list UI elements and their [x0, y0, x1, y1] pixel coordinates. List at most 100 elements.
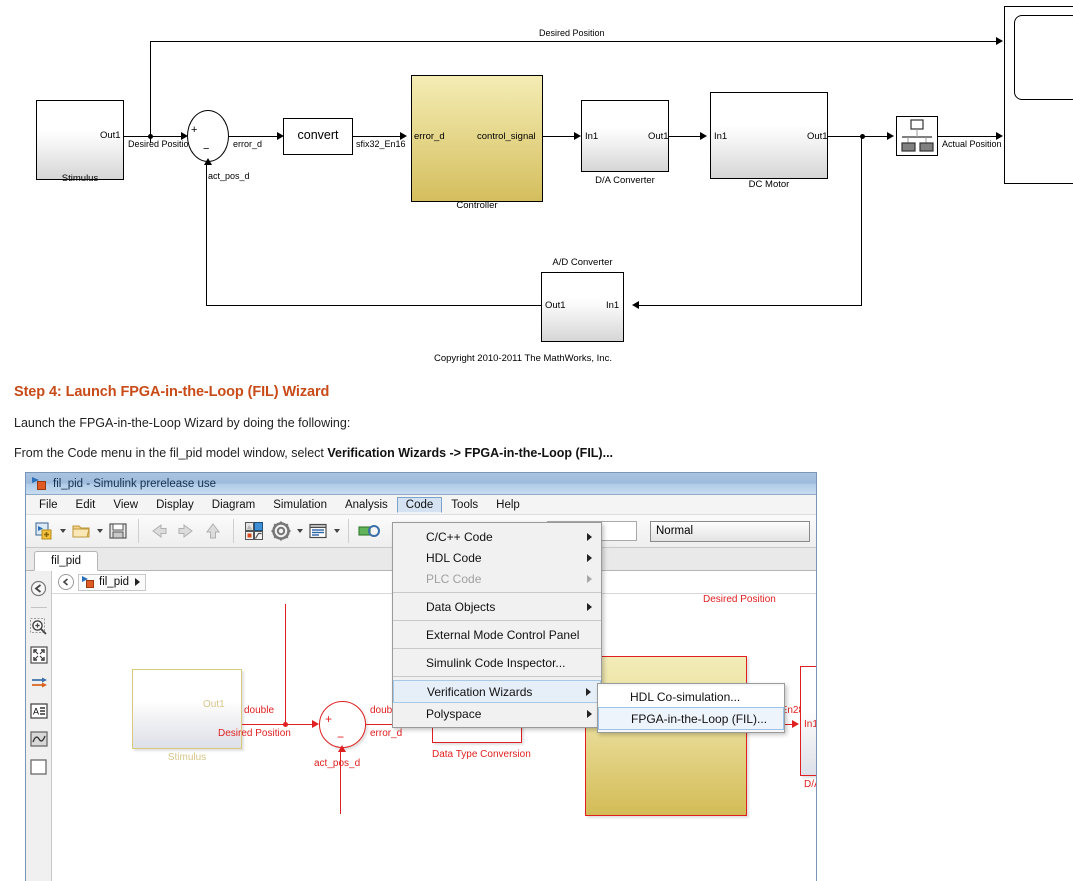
chevron-right-icon — [587, 532, 592, 541]
port-da-in1: In1 — [585, 131, 599, 142]
block-label-convert: convert — [297, 128, 339, 142]
menu-separator-2 — [393, 620, 601, 621]
signal-label-desired-position-top: Desired Position — [539, 28, 605, 38]
menu-item-cpp-code[interactable]: C/C++ Code — [393, 526, 601, 547]
inner-port-stimulus-out1: Out1 — [203, 699, 225, 710]
menu-item-label: Polyspace — [426, 706, 482, 721]
menu-bar[interactable]: File Edit View Display Diagram Simulatio… — [26, 495, 816, 515]
menu-view[interactable]: View — [104, 497, 147, 513]
menu-tools[interactable]: Tools — [442, 497, 487, 513]
signal-label-desired-position: Desired Position — [128, 139, 194, 149]
signal-label-act-pos-d: act_pos_d — [208, 171, 250, 181]
zoom-in-icon[interactable] — [29, 618, 48, 636]
block-label-dc-motor: DC Motor — [748, 179, 790, 190]
toolbar-separator-2 — [233, 519, 234, 543]
port-controller-error-d: error_d — [414, 131, 445, 142]
menu-item-label: HDL Co-simulation... — [630, 689, 741, 704]
menu-item-verification-wizards[interactable]: Verification Wizards — [393, 680, 601, 703]
breadcrumb-chevron-right-icon[interactable] — [135, 578, 141, 586]
forward-arrow-icon[interactable] — [174, 519, 198, 543]
configuration-dropdown-caret[interactable] — [297, 529, 303, 533]
svg-text:A: A — [33, 707, 39, 717]
menu-separator-1 — [393, 592, 601, 593]
inner-arrow-into-sum — [312, 720, 319, 728]
model-explorer-icon[interactable] — [306, 519, 330, 543]
canvas-side-toolbar[interactable]: A — [26, 571, 52, 881]
inner-block-label-stimulus: Stimulus — [167, 752, 207, 763]
menu-code[interactable]: Code — [396, 496, 443, 513]
code-dropdown-menu[interactable]: C/C++ Code HDL Code PLC Code Data Object… — [392, 522, 602, 728]
menu-item-label: PLC Code — [426, 571, 482, 586]
page-title: Step 4: Launch FPGA-in-the-Loop (FIL) Wi… — [14, 384, 330, 400]
chevron-right-icon — [586, 687, 591, 696]
menu-item-external-mode-control-panel[interactable]: External Mode Control Panel — [393, 624, 601, 645]
submenu-item-fpga-in-the-loop[interactable]: FPGA-in-the-Loop (FIL)... — [598, 707, 784, 730]
menu-diagram[interactable]: Diagram — [203, 497, 264, 513]
verification-wizards-submenu[interactable]: HDL Co-simulation... FPGA-in-the-Loop (F… — [597, 683, 785, 733]
model-configuration-icon[interactable] — [269, 519, 293, 543]
block-display-inner — [1014, 15, 1073, 100]
arrow-into-scopeicon — [887, 132, 894, 140]
port-da-out1: Out1 — [648, 131, 669, 142]
annotation-icon[interactable]: A — [29, 702, 48, 720]
simulation-mode-select[interactable]: Normal — [650, 520, 810, 542]
chevron-right-icon — [587, 709, 592, 718]
back-navigate-icon[interactable] — [30, 579, 48, 597]
toolbar-separator-3 — [348, 519, 349, 543]
menu-item-hdl-code[interactable]: HDL Code — [393, 547, 601, 568]
port-ad-out1: Out1 — [545, 300, 566, 311]
menu-separator-4 — [393, 676, 601, 677]
arrow-to-scope-top — [996, 37, 1003, 45]
inner-wire-stimulus-to-sum — [242, 724, 317, 726]
menu-display[interactable]: Display — [147, 497, 203, 513]
new-model-icon[interactable] — [32, 519, 56, 543]
open-folder-icon[interactable] — [69, 519, 93, 543]
menu-analysis[interactable]: Analysis — [336, 497, 397, 513]
signal-label-error-d: error_d — [233, 139, 263, 149]
save-icon[interactable] — [106, 519, 130, 543]
submenu-item-hdl-cosimulation[interactable]: HDL Co-simulation... — [598, 686, 784, 707]
inner-signal-act-pos-d: act_pos_d — [314, 758, 361, 769]
scope-view-icon[interactable] — [29, 730, 48, 748]
menu-item-label: C/C++ Code — [426, 529, 493, 544]
inner-signal-desired-position-top: Desired Position — [703, 594, 776, 605]
tab-fil-pid[interactable]: fil_pid — [34, 551, 99, 571]
inner-arrow-act-pos-into-sum — [338, 745, 346, 752]
breadcrumb-item-fil-pid[interactable]: fil_pid — [78, 573, 147, 591]
chevron-right-icon — [587, 574, 592, 583]
menu-item-label: FPGA-in-the-Loop (FIL)... — [631, 711, 768, 726]
menu-help[interactable]: Help — [487, 497, 529, 513]
inner-arrow-into-da — [792, 720, 799, 728]
inner-block-label-data-type-conversion: Data Type Conversion — [432, 749, 531, 760]
explorer-dropdown-caret[interactable] — [334, 529, 340, 533]
arrow-into-da — [574, 132, 581, 140]
blank-block-icon[interactable] — [30, 758, 48, 776]
inner-block-controller — [585, 656, 747, 816]
sum-plus-sign: + — [191, 124, 198, 136]
menu-item-data-objects[interactable]: Data Objects — [393, 596, 601, 617]
menu-file[interactable]: File — [30, 497, 67, 513]
breadcrumb-label: fil_pid — [99, 576, 130, 588]
back-arrow-icon[interactable] — [147, 519, 171, 543]
menu-simulation[interactable]: Simulation — [264, 497, 336, 513]
wire-act-pos-vertical — [206, 165, 208, 305]
block-label-da-converter: D/A Converter — [595, 175, 655, 186]
inner-signal-desired-position: Desired Position — [218, 728, 291, 739]
arrow-into-display-bottom — [996, 132, 1003, 140]
signal-flow-icon[interactable] — [30, 674, 48, 692]
fit-to-view-icon[interactable] — [29, 646, 48, 664]
update-model-icon[interactable] — [357, 519, 381, 543]
arrow-act-pos-into-sum — [204, 158, 212, 165]
menu-item-simulink-code-inspector[interactable]: Simulink Code Inspector... — [393, 652, 601, 673]
arrow-into-dcmotor — [700, 132, 707, 140]
wire-feedback-vertical-right — [861, 136, 863, 306]
breadcrumb-back-icon[interactable] — [58, 574, 74, 590]
model-icon — [82, 575, 96, 589]
new-model-dropdown-caret[interactable] — [60, 529, 66, 533]
menu-edit[interactable]: Edit — [67, 497, 105, 513]
library-browser-icon[interactable] — [242, 519, 266, 543]
up-arrow-icon[interactable] — [201, 519, 225, 543]
signal-label-actual-position: Actual Position — [942, 139, 1002, 149]
open-dropdown-caret[interactable] — [97, 529, 103, 533]
menu-item-polyspace[interactable]: Polyspace — [393, 703, 601, 724]
